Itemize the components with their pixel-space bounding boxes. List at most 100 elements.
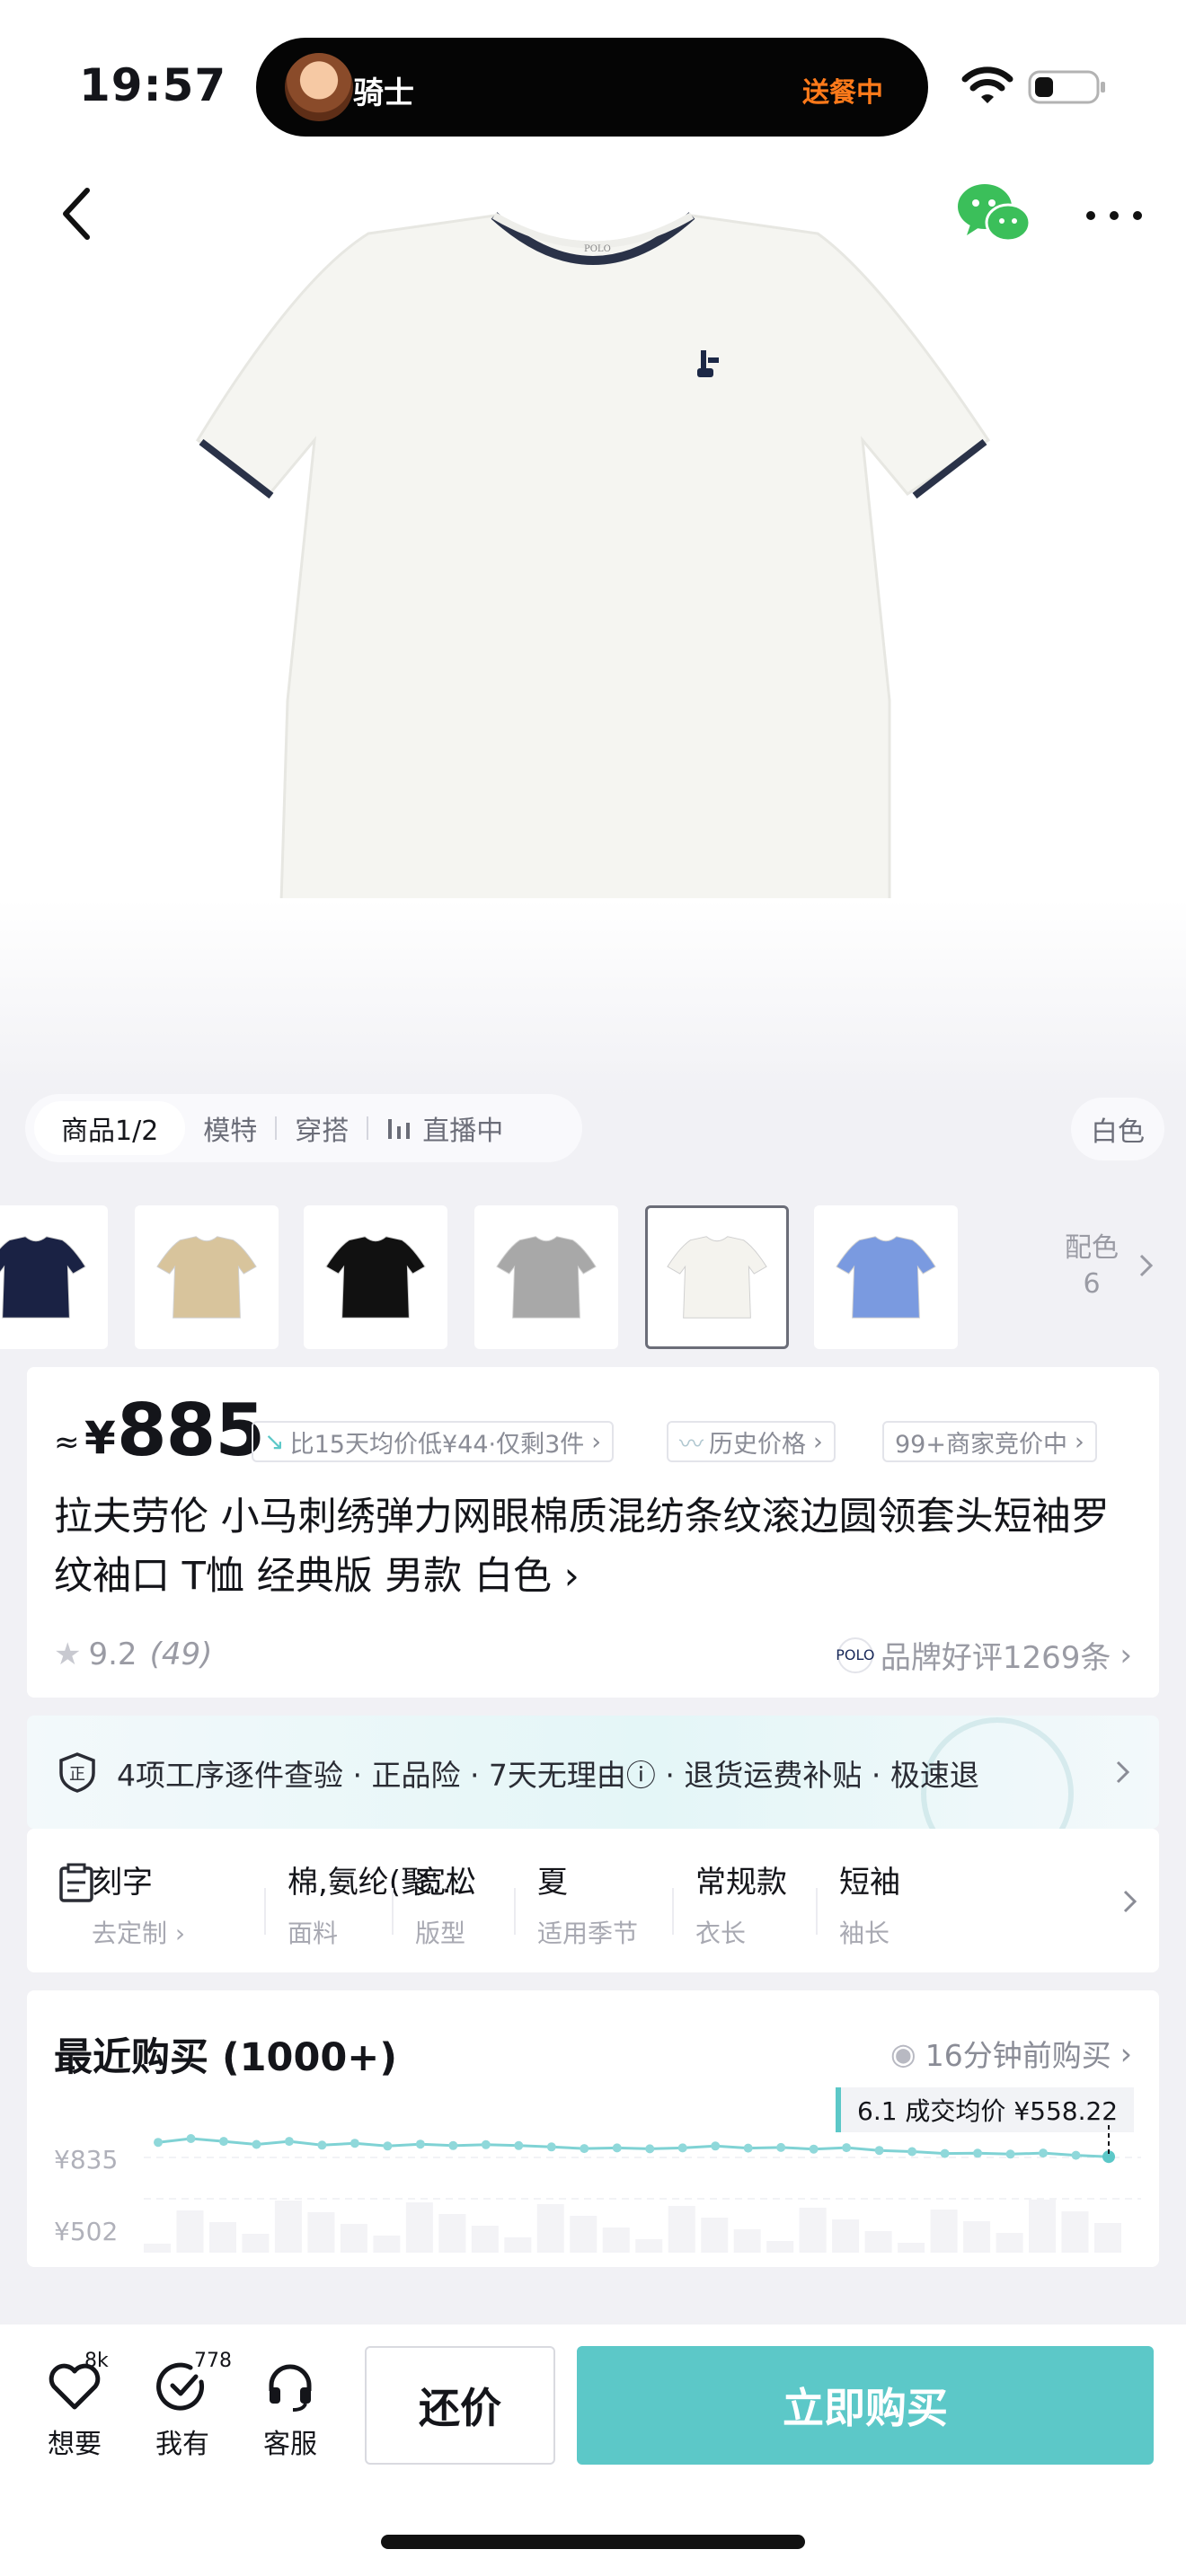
price-point — [383, 2141, 393, 2151]
volume-bar — [176, 2210, 204, 2253]
product-hero[interactable]: POLO — [0, 171, 1186, 1096]
recent-purchase-title: 最近购买 (1000+) — [54, 2035, 397, 2080]
volume-bar — [242, 2234, 270, 2253]
volume-bar — [373, 2236, 401, 2253]
recent-purchase-card[interactable]: 最近购买 (1000+) ◉ 16分钟前购买 › 6.1 成交均价 ¥558.2… — [27, 1990, 1159, 2267]
color-thumbnail[interactable] — [474, 1205, 618, 1349]
price-point — [842, 2143, 852, 2153]
brand-review-text: 品牌好评1269条 — [880, 1640, 1111, 1676]
price-currency: ¥ — [84, 1412, 116, 1464]
attribute-item: 短袖 袖长 — [839, 1857, 900, 1950]
volume-bar — [307, 2212, 335, 2253]
volume-bar — [1029, 2200, 1057, 2253]
chevron-right-icon — [1116, 1760, 1130, 1784]
customer-service-button[interactable]: 客服 — [250, 2359, 331, 2461]
dynamic-island-delivery[interactable]: 骑士 送餐中 — [256, 38, 928, 137]
price-card: ≈ ¥ 885 ↘ 比15天均价低¥44·仅剩3件 › 〰 历史价格 › 99+… — [27, 1367, 1159, 1698]
price-point — [514, 2140, 524, 2150]
chevron-right-icon: › — [1120, 2035, 1132, 2071]
rating-count: (49) — [149, 1636, 213, 1672]
attribute-divider — [816, 1888, 818, 1935]
want-button[interactable]: 想要 — [34, 2359, 115, 2461]
chevron-right-icon — [1139, 1254, 1154, 1277]
product-image-tshirt: POLO — [196, 212, 991, 990]
price-point — [317, 2140, 327, 2150]
tshirt-thumbnail-icon — [836, 1236, 936, 1319]
price-point — [154, 2138, 163, 2148]
price-point — [448, 2140, 458, 2150]
guarantee-card[interactable]: 正 4项工序逐件查验 · 正品险 · 7天无理由ⓘ · 退货运费补贴 · 极速退 — [27, 1716, 1159, 1870]
media-tabs: 商品1/2 模特 穿搭 直播中 — [25, 1094, 582, 1162]
price-approx: ≈ — [54, 1425, 80, 1460]
chevron-right-icon — [1123, 1890, 1137, 1913]
price-drop-tag[interactable]: ↘ 比15天均价低¥44·仅剩3件 › — [252, 1421, 615, 1462]
attribute-value: 刻字 — [92, 1865, 153, 1901]
merchant-bidding-tag[interactable]: 99+商家竞价中 › — [882, 1421, 1097, 1462]
y-tick-high: ¥835 — [54, 2145, 118, 2175]
volume-bar — [570, 2216, 597, 2253]
tshirt-thumbnail-icon — [496, 1236, 597, 1319]
color-thumbnail[interactable] — [304, 1205, 447, 1349]
star-icon: ★ — [54, 1636, 82, 1672]
attribute-value: 短袖 — [839, 1865, 900, 1901]
volume-bar — [144, 2244, 171, 2253]
price-point — [711, 2141, 721, 2151]
trend-down-icon: ↘ — [264, 1427, 285, 1456]
recent-purchase-time: 16分钟前购买 — [925, 2038, 1111, 2073]
delivery-status: 送餐中 — [802, 77, 883, 109]
wechat-share-icon[interactable] — [954, 178, 1035, 250]
recent-purchase-link[interactable]: ◉ 16分钟前购买 › — [890, 2032, 1132, 2075]
counter-offer-button[interactable]: 还价 — [365, 2346, 555, 2465]
price-series-line — [157, 2137, 1110, 2158]
buy-now-button[interactable]: 立即购买 — [577, 2346, 1154, 2465]
hero-fade — [0, 898, 1186, 1096]
rider-avatar — [285, 53, 353, 121]
tshirt-thumbnail-icon — [0, 1236, 86, 1319]
selected-color-chip[interactable]: 白色 — [1071, 1098, 1164, 1160]
attribute-item: 常规款 衣长 — [695, 1857, 787, 1950]
volume-bar — [963, 2221, 991, 2253]
color-thumbnail[interactable] — [0, 1205, 108, 1349]
attribute-item[interactable]: 刻字 去定制 › — [92, 1857, 185, 1950]
have-button[interactable]: 我有 — [142, 2359, 223, 2461]
volume-bar — [701, 2218, 729, 2253]
back-button[interactable] — [34, 171, 120, 257]
volume-bar — [996, 2233, 1023, 2253]
more-options-icon[interactable] — [1075, 207, 1154, 225]
status-bar: 19:57 骑士 送餐中 — [0, 0, 1186, 171]
volume-bar — [602, 2228, 630, 2253]
price-value: 885 — [117, 1389, 265, 1472]
color-thumbnail[interactable] — [645, 1205, 789, 1349]
price-history-tag[interactable]: 〰 历史价格 › — [667, 1421, 836, 1462]
volume-bar — [1061, 2211, 1089, 2253]
tshirt-thumbnail-icon — [156, 1236, 257, 1319]
tab-outfit[interactable]: 穿搭 — [277, 1108, 367, 1148]
live-bars-icon — [388, 1119, 411, 1139]
tshirt-thumbnail-icon — [325, 1236, 426, 1319]
battery-icon — [1028, 70, 1105, 104]
brand-review-link[interactable]: POLO 品牌好评1269条 › — [836, 1633, 1132, 1677]
attribute-key: 衣长 — [695, 1919, 747, 1948]
tab-product[interactable]: 商品1/2 — [34, 1101, 186, 1155]
more-colors-button[interactable]: 配色 6 — [1024, 1231, 1159, 1302]
price-point — [743, 2143, 753, 2153]
volume-bar — [274, 2201, 302, 2253]
attributes-card[interactable]: 刻字 去定制 › 棉,氨纶(聚… 面料 宽松 版型夏适用季节 常规款 衣长 短袖 袖长 — [27, 1829, 1159, 1972]
price-point — [809, 2144, 819, 2154]
price-point — [612, 2143, 622, 2153]
want-label: 想要 — [48, 2429, 102, 2460]
price-point — [874, 2146, 884, 2156]
tab-model[interactable]: 模特 — [185, 1108, 275, 1148]
back-chevron-icon — [63, 188, 90, 240]
color-thumbnail[interactable] — [814, 1205, 958, 1349]
price-point — [677, 2143, 687, 2153]
attribute-divider — [514, 1888, 516, 1935]
home-indicator[interactable] — [381, 2535, 805, 2549]
product-title-link[interactable]: 拉夫劳伦 小马刺绣弹力网眼棉质混纺条纹滚边圆领套头短袖罗纹袖口 T恤 经典版 男… — [54, 1487, 1141, 1606]
product-rating[interactable]: ★ 9.2 (49) — [54, 1636, 212, 1672]
price-point — [218, 2137, 228, 2147]
tab-live[interactable]: 直播中 — [368, 1108, 521, 1148]
volume-bar — [405, 2202, 433, 2253]
color-thumbnail[interactable] — [135, 1205, 279, 1349]
shield-certified-icon: 正 — [59, 1752, 95, 1793]
